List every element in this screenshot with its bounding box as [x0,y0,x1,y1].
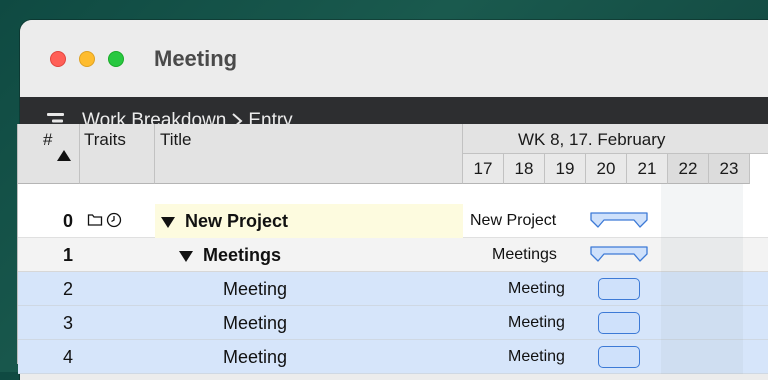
gantt-week-header: WK 8, 17. February [463,124,768,154]
column-header-traits[interactable]: Traits [80,124,155,184]
column-header-traits-label: Traits [84,130,126,149]
table-row[interactable]: 0 New Project New Project [18,204,768,238]
column-header-number[interactable]: # [18,124,80,184]
sort-ascending-icon [57,150,71,161]
week-label: WK 8, 17. February [518,130,666,149]
title-cell[interactable]: New Project [161,204,288,238]
summary-bar[interactable] [589,211,649,229]
table-row[interactable]: 1 Meetings Meetings [18,238,768,272]
column-header-title-label: Title [160,130,192,149]
disclosure-triangle-icon[interactable] [179,250,193,262]
row-number: 1 [62,245,73,265]
row-number: 3 [62,313,73,333]
table-row[interactable]: 3 Meeting Meeting [18,306,768,340]
day-header: 20 [586,154,627,184]
disclosure-triangle-icon[interactable] [161,216,175,228]
work-breakdown-table: # Traits Title WK 8, 17. February 17 18 … [17,124,768,374]
gantt-bar-label: Meetings [492,246,557,263]
column-header-title[interactable]: Title [155,124,463,184]
row-number: 4 [62,347,73,367]
title-text: New Project [185,211,289,231]
minimize-button[interactable] [79,51,95,67]
table-row[interactable]: 4 Meeting Meeting [18,340,768,374]
title-cell[interactable]: Meetings [179,238,281,272]
title-cell[interactable]: Meeting [223,272,287,306]
close-button[interactable] [50,51,66,67]
day-header: 19 [545,154,586,184]
summary-bar[interactable] [589,245,649,263]
row-number: 2 [62,279,73,299]
title-text: Meetings [203,245,282,265]
zoom-button[interactable] [108,51,124,67]
day-header: 22 [668,154,709,184]
gantt-bar-label: Meeting [508,280,565,297]
gantt-bar-label: New Project [470,212,557,229]
title-cell[interactable]: Meeting [223,340,287,374]
row-number: 0 [62,211,73,231]
clock-icon [106,212,122,228]
column-header-number-label: # [43,130,53,149]
day-header: 17 [463,154,504,184]
folder-icon [87,214,103,226]
day-header: 21 [627,154,668,184]
table-row[interactable]: 2 Meeting Meeting [18,272,768,306]
task-bar[interactable] [598,278,640,300]
day-header: 23 [709,154,750,184]
gantt-bar-label: Meeting [508,314,565,331]
task-bar[interactable] [598,312,640,334]
window-title: Meeting [154,46,238,71]
day-header: 18 [504,154,545,184]
gantt-bar-label: Meeting [508,348,565,365]
title-bar: Meeting [20,20,768,97]
traits-cell [87,212,122,228]
task-bar[interactable] [598,346,640,368]
title-cell[interactable]: Meeting [223,306,287,340]
